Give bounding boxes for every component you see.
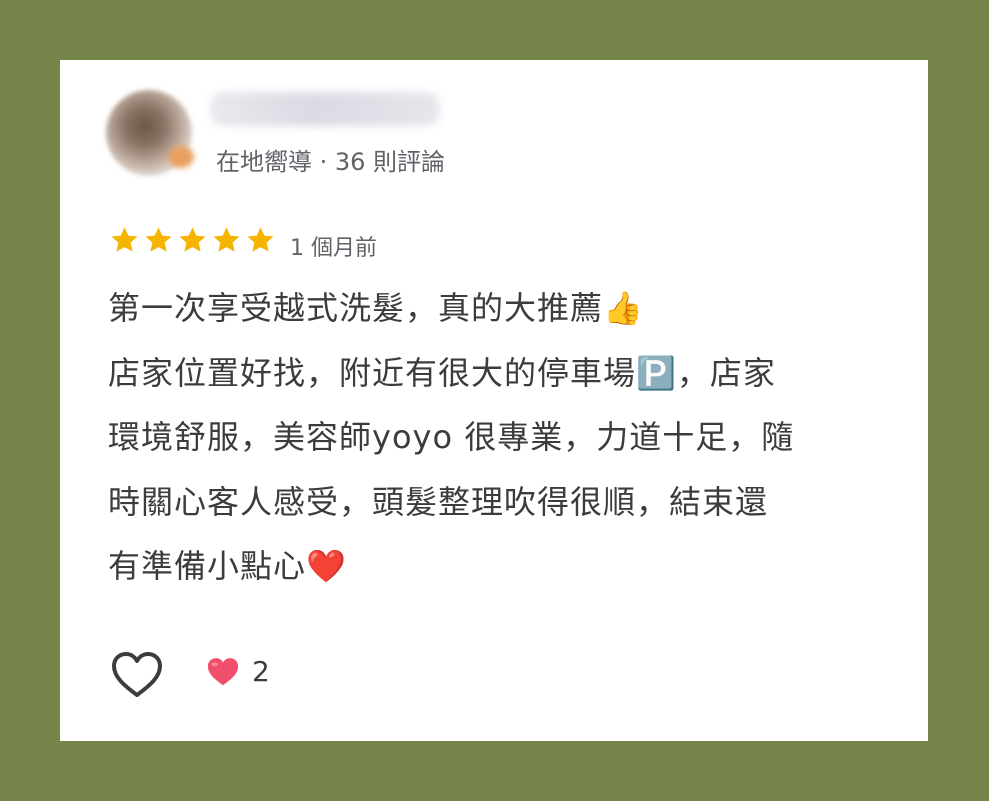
review-line: 第一次享受越式洗髮，真的大推薦👍	[108, 289, 644, 327]
review-line: 環境舒服，美容師yoyo 很專業，力道十足，隨	[108, 418, 795, 456]
avatar-badge	[168, 146, 194, 168]
review-text: 第一次享受越式洗髮，真的大推薦👍 店家位置好找，附近有很大的停車場🅿️，店家 環…	[108, 276, 888, 599]
review-time: 1 個月前	[290, 236, 377, 261]
star-icon	[145, 227, 172, 252]
star-icon	[179, 227, 206, 252]
heart-icon	[207, 657, 239, 685]
reviewer-name-blurred[interactable]	[210, 92, 440, 126]
review-line: 有準備小點心❤️	[108, 547, 347, 585]
star-icon	[111, 227, 138, 252]
heart-outline-icon	[112, 652, 162, 697]
like-button[interactable]	[110, 650, 164, 700]
review-card: 在地嚮導 · 36 則評論 1 個月前 第一次享受越式洗髮，真的大推薦👍 店家位…	[60, 60, 928, 741]
reaction-count-value: 2	[252, 655, 270, 688]
review-line: 時關心客人感受，頭髮整理吹得很順，結束還	[108, 482, 769, 521]
reviewer-meta: 在地嚮導 · 36 則評論	[216, 148, 446, 176]
reaction-count: 2	[206, 655, 270, 688]
star-rating	[108, 224, 277, 256]
review-line: 店家位置好找，附近有很大的停車場🅿️，店家	[108, 353, 776, 392]
star-icon	[247, 227, 274, 252]
star-icon	[213, 227, 240, 252]
